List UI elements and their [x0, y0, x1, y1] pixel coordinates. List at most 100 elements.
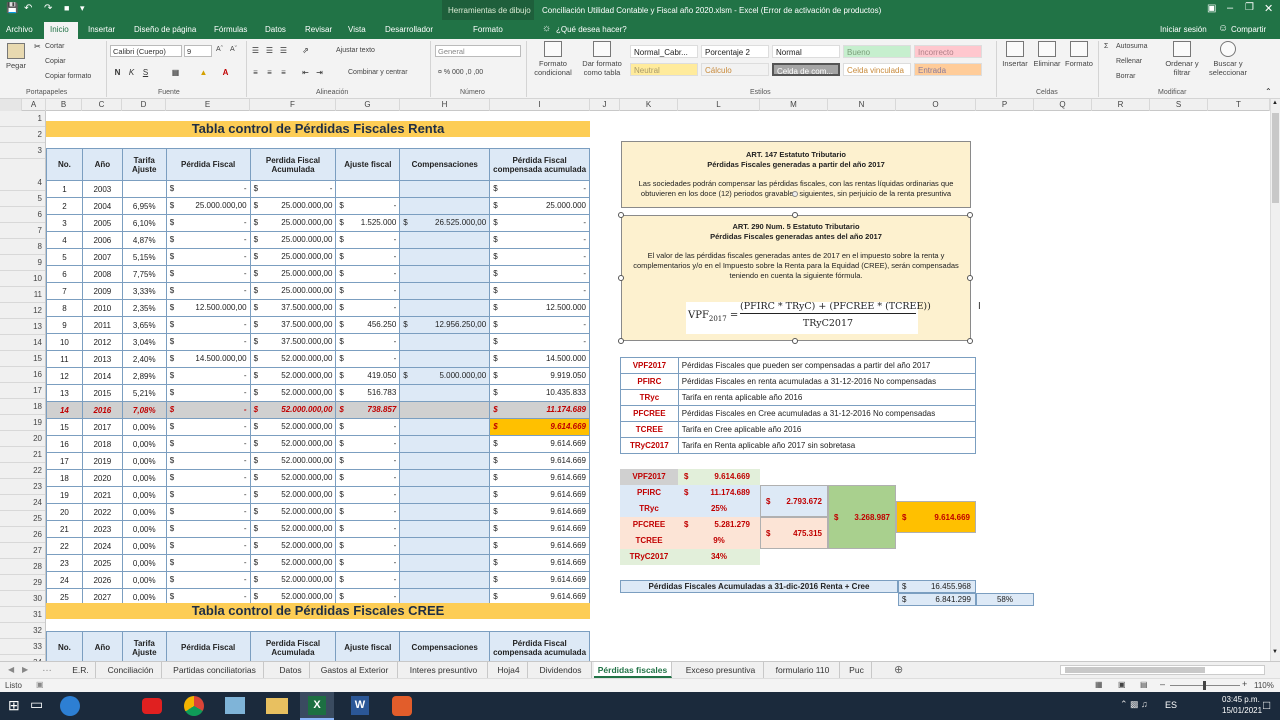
- table-cell[interactable]: [399, 520, 491, 538]
- table-cell[interactable]: $12.500.000,00: [165, 299, 251, 317]
- table-cell[interactable]: [399, 350, 491, 368]
- bold-button[interactable]: N: [112, 67, 123, 78]
- resize-handle[interactable]: [967, 275, 973, 281]
- table-cell[interactable]: $52.000.000,00: [249, 350, 337, 368]
- table-cell[interactable]: $9.919.050: [489, 367, 590, 385]
- table-cell[interactable]: 2,89%: [121, 367, 167, 385]
- row-header[interactable]: 5: [0, 191, 45, 207]
- table-cell[interactable]: 2022: [81, 503, 123, 521]
- style-neutral[interactable]: Neutral: [630, 63, 698, 76]
- table-cell[interactable]: [399, 282, 491, 300]
- align-bottom-icon[interactable]: ☰: [278, 45, 289, 56]
- table-cell[interactable]: $ -: [165, 248, 251, 266]
- table-cell[interactable]: $ -: [335, 503, 401, 521]
- table-cell[interactable]: 0,00%: [121, 537, 167, 555]
- column-header[interactable]: C: [82, 99, 122, 111]
- table-cell[interactable]: $12.500.000: [489, 299, 590, 317]
- table-cell[interactable]: $52.000.000,00: [249, 554, 337, 572]
- table-cell[interactable]: $14.500.000: [489, 350, 590, 368]
- table-cell[interactable]: 2007: [81, 248, 123, 266]
- column-header[interactable]: P: [976, 99, 1034, 111]
- row-header[interactable]: 32: [0, 623, 45, 639]
- table-cell[interactable]: 1: [46, 180, 83, 198]
- table-cell[interactable]: $ -: [165, 418, 251, 436]
- table-cell[interactable]: [399, 333, 491, 351]
- table-cell[interactable]: $52.000.000,00: [249, 418, 337, 436]
- table-cell[interactable]: $ -: [335, 418, 401, 436]
- table-cell[interactable]: $ -: [165, 571, 251, 589]
- table-cell[interactable]: [399, 265, 491, 283]
- table-cell[interactable]: [399, 197, 491, 215]
- row-header[interactable]: 22: [0, 463, 45, 479]
- table-cell[interactable]: $ -: [489, 265, 590, 283]
- table-cell[interactable]: $ -: [335, 248, 401, 266]
- table-cell[interactable]: 0,00%: [121, 469, 167, 487]
- table-cell[interactable]: 0,00%: [121, 486, 167, 504]
- table-cell[interactable]: $ -: [335, 299, 401, 317]
- art290-textbox[interactable]: ART. 290 Num. 5 Estatuto Tributario Pérd…: [621, 215, 971, 341]
- table-cell[interactable]: $ -: [335, 231, 401, 249]
- table-cell[interactable]: $ -: [165, 282, 251, 300]
- table-cell[interactable]: $ -: [165, 401, 251, 419]
- windows-start-icon[interactable]: ⊞: [8, 697, 20, 714]
- column-header[interactable]: O: [896, 99, 976, 111]
- underline-button[interactable]: S: [140, 67, 151, 78]
- table-cell[interactable]: $ -: [489, 180, 590, 198]
- decrease-indent-icon[interactable]: ⇤: [300, 67, 311, 78]
- table-cell[interactable]: $9.614.669: [489, 435, 590, 453]
- table-cell[interactable]: $12.956.250,00: [399, 316, 491, 334]
- row-header[interactable]: 3: [0, 143, 45, 159]
- column-header[interactable]: T: [1208, 99, 1270, 111]
- table-cell[interactable]: $ -: [165, 554, 251, 572]
- table-cell[interactable]: 2010: [81, 299, 123, 317]
- table-cell[interactable]: 2014: [81, 367, 123, 385]
- table-cell[interactable]: $ -: [335, 537, 401, 555]
- zoom-out-icon[interactable]: –: [1160, 679, 1165, 689]
- table-cell[interactable]: $25.000.000,00: [249, 248, 337, 266]
- table-cell[interactable]: $ -: [335, 350, 401, 368]
- table-cell[interactable]: $ -: [335, 452, 401, 470]
- table-cell[interactable]: 0,00%: [121, 520, 167, 538]
- table-cell[interactable]: $10.435.833: [489, 384, 590, 402]
- row-header[interactable]: 30: [0, 591, 45, 607]
- table-cell[interactable]: 0,00%: [121, 554, 167, 572]
- table-cell[interactable]: $52.000.000,00: [249, 537, 337, 555]
- style-celda-comprobacion[interactable]: Celda de com...: [772, 63, 840, 76]
- share-button[interactable]: Compartir: [1231, 25, 1266, 34]
- merge-center-button[interactable]: Combinar y centrar: [348, 69, 408, 76]
- sheet-tab[interactable]: Dividendos: [530, 662, 592, 678]
- table-cell[interactable]: 2024: [81, 537, 123, 555]
- table-cell[interactable]: [399, 231, 491, 249]
- select-all-corner[interactable]: [0, 99, 22, 111]
- row-header[interactable]: 17: [0, 383, 45, 399]
- photos-icon[interactable]: [225, 697, 245, 714]
- ribbon-display-icon[interactable]: ▣: [1207, 3, 1216, 14]
- table-cell[interactable]: 2006: [81, 231, 123, 249]
- tab-datos[interactable]: Datos: [265, 25, 286, 34]
- conditional-format-button[interactable]: Formato condicional: [530, 41, 576, 77]
- tab-inicio[interactable]: Inicio: [50, 25, 69, 34]
- number-format-select[interactable]: General: [435, 45, 521, 57]
- table-cell[interactable]: $ -: [335, 282, 401, 300]
- table-cell[interactable]: 2017: [81, 418, 123, 436]
- table-cell[interactable]: 2015: [81, 384, 123, 402]
- clock-time[interactable]: 03:45 p.m.: [1222, 695, 1260, 704]
- row-header[interactable]: 9: [0, 255, 45, 271]
- table-cell[interactable]: [121, 180, 167, 198]
- table-cell[interactable]: $ -: [165, 537, 251, 555]
- horizontal-scrollbar[interactable]: [1060, 665, 1265, 675]
- table-cell[interactable]: 5,15%: [121, 248, 167, 266]
- table-cell[interactable]: 2018: [81, 435, 123, 453]
- row-header[interactable]: 19: [0, 415, 45, 431]
- insert-cells-button[interactable]: Insertar: [1000, 41, 1030, 68]
- close-icon[interactable]: ✕: [1264, 2, 1273, 15]
- row-header[interactable]: 25: [0, 511, 45, 527]
- column-header[interactable]: B: [46, 99, 82, 111]
- table-cell[interactable]: 7,75%: [121, 265, 167, 283]
- sort-filter-button[interactable]: Ordenar y filtrar: [1160, 41, 1204, 77]
- page-break-icon[interactable]: ▤: [1140, 680, 1148, 689]
- table-cell[interactable]: $ -: [165, 469, 251, 487]
- table-cell[interactable]: $26.525.000,00: [399, 214, 491, 232]
- row-header[interactable]: 18: [0, 399, 45, 415]
- font-color-icon[interactable]: A: [220, 67, 231, 78]
